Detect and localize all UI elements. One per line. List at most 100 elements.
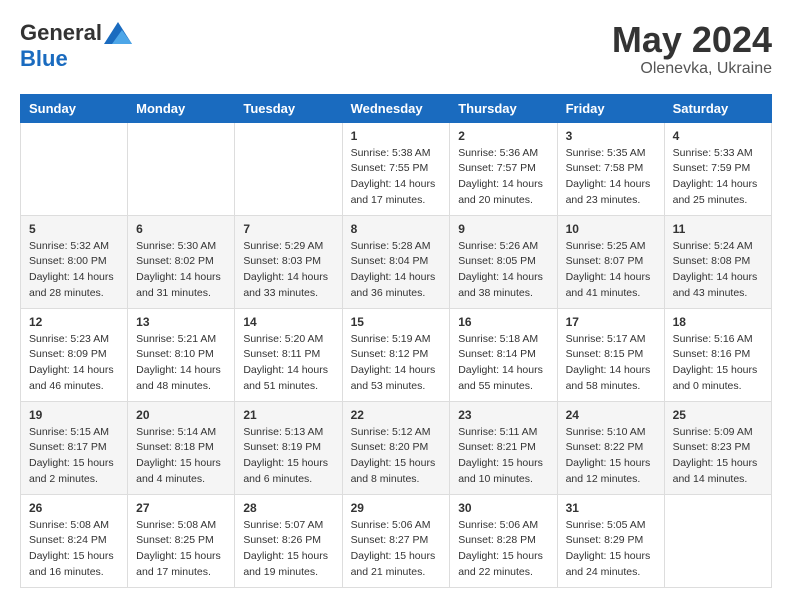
day-cell-27: 27 Sunrise: 5:08 AMSunset: 8:25 PMDayligh… [128,494,235,587]
logo-general-text: General [20,20,102,46]
day-cell-24: 24 Sunrise: 5:10 AMSunset: 8:22 PMDayligh… [557,401,664,494]
day-number: 22 [351,408,442,422]
day-info: Sunrise: 5:30 AMSunset: 8:02 PMDaylight:… [136,239,226,302]
logo-icon [104,22,132,44]
day-info: Sunrise: 5:18 AMSunset: 8:14 PMDaylight:… [458,332,548,395]
weekday-header-thursday: Thursday [450,94,557,122]
day-info: Sunrise: 5:32 AMSunset: 8:00 PMDaylight:… [29,239,119,302]
day-number: 28 [243,501,333,515]
day-info: Sunrise: 5:26 AMSunset: 8:05 PMDaylight:… [458,239,548,302]
day-cell-11: 11 Sunrise: 5:24 AMSunset: 8:08 PMDayligh… [664,215,771,308]
empty-cell [664,494,771,587]
weekday-header-sunday: Sunday [21,94,128,122]
day-number: 18 [673,315,763,329]
day-info: Sunrise: 5:08 AMSunset: 8:25 PMDaylight:… [136,518,226,581]
day-info: Sunrise: 5:14 AMSunset: 8:18 PMDaylight:… [136,425,226,488]
day-number: 21 [243,408,333,422]
day-cell-26: 26 Sunrise: 5:08 AMSunset: 8:24 PMDayligh… [21,494,128,587]
day-number: 11 [673,222,763,236]
day-number: 8 [351,222,442,236]
day-cell-25: 25Sunrise: 5:09 AMSunset: 8:23 PMDayligh… [664,401,771,494]
logo: General Blue [20,20,132,72]
day-number: 3 [566,129,656,143]
day-number: 13 [136,315,226,329]
day-info: Sunrise: 5:20 AMSunset: 8:11 PMDaylight:… [243,332,333,395]
week-row-5: 26 Sunrise: 5:08 AMSunset: 8:24 PMDayligh… [21,494,772,587]
day-cell-31: 31 Sunrise: 5:05 AMSunset: 8:29 PMDayligh… [557,494,664,587]
empty-cell [128,122,235,215]
day-cell-13: 13 Sunrise: 5:21 AMSunset: 8:10 PMDayligh… [128,308,235,401]
weekday-header-wednesday: Wednesday [342,94,450,122]
month-year-title: May 2024 [612,20,772,60]
day-cell-3: 3 Sunrise: 5:35 AMSunset: 7:58 PMDaylight… [557,122,664,215]
day-info: Sunrise: 5:06 AMSunset: 8:28 PMDaylight:… [458,518,548,581]
day-number: 14 [243,315,333,329]
day-info: Sunrise: 5:19 AMSunset: 8:12 PMDaylight:… [351,332,442,395]
day-info: Sunrise: 5:08 AMSunset: 8:24 PMDaylight:… [29,518,119,581]
day-info: Sunrise: 5:36 AMSunset: 7:57 PMDaylight:… [458,146,548,209]
weekday-header-friday: Friday [557,94,664,122]
day-info: Sunrise: 5:10 AMSunset: 8:22 PMDaylight:… [566,425,656,488]
day-number: 31 [566,501,656,515]
day-number: 23 [458,408,548,422]
day-number: 7 [243,222,333,236]
weekday-header-saturday: Saturday [664,94,771,122]
day-info: Sunrise: 5:06 AMSunset: 8:27 PMDaylight:… [351,518,442,581]
calendar-table: SundayMondayTuesdayWednesdayThursdayFrid… [20,94,772,588]
day-cell-4: 4 Sunrise: 5:33 AMSunset: 7:59 PMDaylight… [664,122,771,215]
day-info: Sunrise: 5:16 AMSunset: 8:16 PMDaylight:… [673,332,763,395]
day-number: 17 [566,315,656,329]
day-cell-29: 29 Sunrise: 5:06 AMSunset: 8:27 PMDayligh… [342,494,450,587]
day-number: 10 [566,222,656,236]
day-cell-8: 8Sunrise: 5:28 AMSunset: 8:04 PMDaylight… [342,215,450,308]
day-info: Sunrise: 5:17 AMSunset: 8:15 PMDaylight:… [566,332,656,395]
day-info: Sunrise: 5:15 AMSunset: 8:17 PMDaylight:… [29,425,119,488]
day-cell-16: 16 Sunrise: 5:18 AMSunset: 8:14 PMDayligh… [450,308,557,401]
day-info: Sunrise: 5:21 AMSunset: 8:10 PMDaylight:… [136,332,226,395]
day-cell-14: 14 Sunrise: 5:20 AMSunset: 8:11 PMDayligh… [235,308,342,401]
day-number: 25 [673,408,763,422]
day-cell-12: 12Sunrise: 5:23 AMSunset: 8:09 PMDayligh… [21,308,128,401]
title-block: May 2024 Olenevka, Ukraine [612,20,772,78]
day-cell-6: 6Sunrise: 5:30 AMSunset: 8:02 PMDaylight… [128,215,235,308]
day-cell-30: 30Sunrise: 5:06 AMSunset: 8:28 PMDayligh… [450,494,557,587]
day-number: 2 [458,129,548,143]
day-info: Sunrise: 5:33 AMSunset: 7:59 PMDaylight:… [673,146,763,209]
weekday-header-row: SundayMondayTuesdayWednesdayThursdayFrid… [21,94,772,122]
day-info: Sunrise: 5:38 AMSunset: 7:55 PMDaylight:… [351,146,442,209]
day-info: Sunrise: 5:05 AMSunset: 8:29 PMDaylight:… [566,518,656,581]
day-number: 16 [458,315,548,329]
day-info: Sunrise: 5:25 AMSunset: 8:07 PMDaylight:… [566,239,656,302]
day-number: 24 [566,408,656,422]
week-row-2: 5 Sunrise: 5:32 AMSunset: 8:00 PMDaylight… [21,215,772,308]
day-cell-2: 2 Sunrise: 5:36 AMSunset: 7:57 PMDaylight… [450,122,557,215]
day-cell-18: 18 Sunrise: 5:16 AMSunset: 8:16 PMDayligh… [664,308,771,401]
day-cell-10: 10 Sunrise: 5:25 AMSunset: 8:07 PMDayligh… [557,215,664,308]
day-info: Sunrise: 5:13 AMSunset: 8:19 PMDaylight:… [243,425,333,488]
day-info: Sunrise: 5:12 AMSunset: 8:20 PMDaylight:… [351,425,442,488]
day-number: 27 [136,501,226,515]
weekday-header-tuesday: Tuesday [235,94,342,122]
day-info: Sunrise: 5:35 AMSunset: 7:58 PMDaylight:… [566,146,656,209]
logo-blue-text: Blue [20,46,68,72]
week-row-4: 19Sunrise: 5:15 AMSunset: 8:17 PMDayligh… [21,401,772,494]
day-info: Sunrise: 5:29 AMSunset: 8:03 PMDaylight:… [243,239,333,302]
day-cell-5: 5 Sunrise: 5:32 AMSunset: 8:00 PMDaylight… [21,215,128,308]
empty-cell [21,122,128,215]
day-number: 15 [351,315,442,329]
day-info: Sunrise: 5:11 AMSunset: 8:21 PMDaylight:… [458,425,548,488]
day-number: 26 [29,501,119,515]
day-cell-17: 17 Sunrise: 5:17 AMSunset: 8:15 PMDayligh… [557,308,664,401]
day-info: Sunrise: 5:24 AMSunset: 8:08 PMDaylight:… [673,239,763,302]
week-row-3: 12Sunrise: 5:23 AMSunset: 8:09 PMDayligh… [21,308,772,401]
day-info: Sunrise: 5:07 AMSunset: 8:26 PMDaylight:… [243,518,333,581]
day-number: 29 [351,501,442,515]
weekday-header-monday: Monday [128,94,235,122]
day-number: 5 [29,222,119,236]
day-number: 20 [136,408,226,422]
day-cell-28: 28 Sunrise: 5:07 AMSunset: 8:26 PMDayligh… [235,494,342,587]
day-cell-9: 9Sunrise: 5:26 AMSunset: 8:05 PMDaylight… [450,215,557,308]
week-row-1: 1Sunrise: 5:38 AMSunset: 7:55 PMDaylight… [21,122,772,215]
day-cell-20: 20 Sunrise: 5:14 AMSunset: 8:18 PMDayligh… [128,401,235,494]
day-number: 4 [673,129,763,143]
